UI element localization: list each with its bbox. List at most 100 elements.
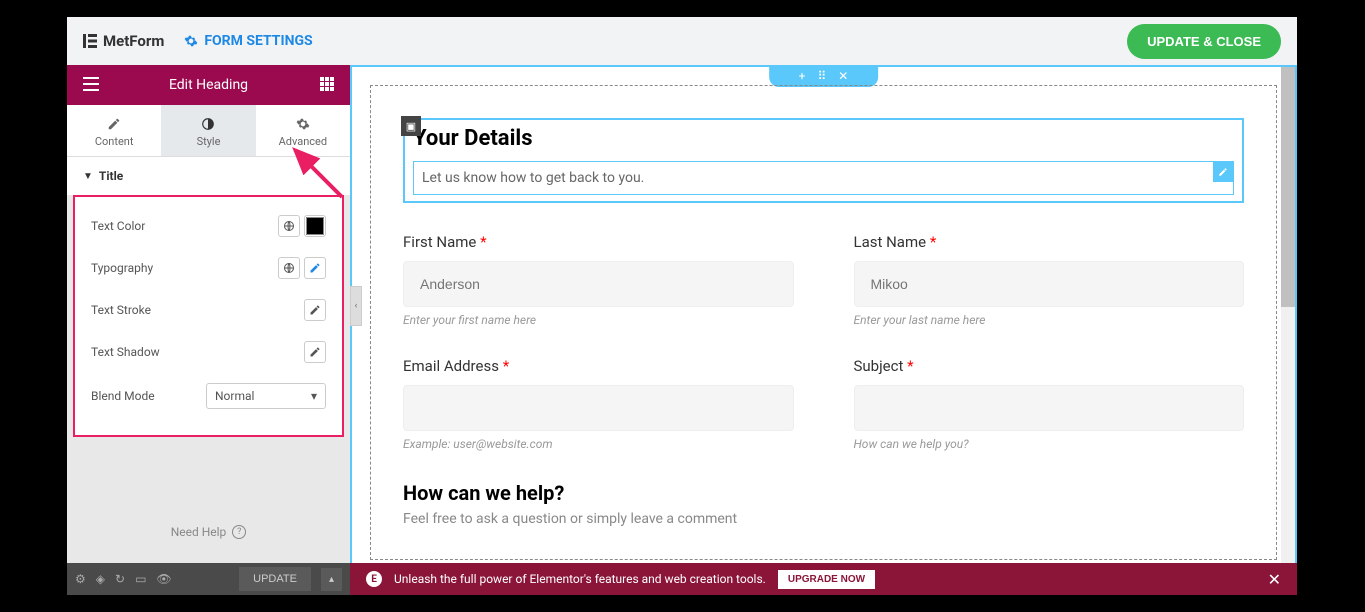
tab-content-label: Content: [95, 135, 134, 148]
field-subject: Subject * How can we help you?: [854, 357, 1245, 451]
scrollbar-thumb[interactable]: [1281, 67, 1295, 307]
email-label: Email Address *: [403, 357, 794, 375]
metform-icon: [83, 34, 97, 48]
need-help-link[interactable]: Need Help ?: [67, 501, 350, 563]
close-notice-button[interactable]: ✕: [1268, 570, 1281, 589]
settings-icon[interactable]: ⚙: [75, 572, 86, 586]
global-color-button[interactable]: [278, 215, 300, 237]
heading-widget[interactable]: ▣ Your Details Let us know how to get ba…: [403, 118, 1244, 203]
close-section-button[interactable]: ✕: [838, 69, 848, 83]
label-text: Email Address: [403, 357, 499, 375]
last-name-label: Last Name *: [854, 233, 1245, 251]
field-first-name: First Name * Enter your first name here: [403, 233, 794, 327]
widget-handle-icon[interactable]: ▣: [401, 116, 421, 136]
form-settings-text: FORM SETTINGS: [204, 33, 312, 49]
heading-subtitle-box[interactable]: Let us know how to get back to you.: [413, 161, 1234, 195]
section-toolbar: + ⠿ ✕: [769, 65, 879, 87]
cog-icon: [296, 117, 310, 131]
history-icon[interactable]: ↻: [115, 572, 125, 586]
notice-text: Unleash the full power of Elementor's fe…: [394, 572, 766, 586]
field-last-name: Last Name * Enter your last name here: [854, 233, 1245, 327]
tab-style-label: Style: [197, 135, 221, 148]
preview-icon[interactable]: 👁: [156, 572, 171, 586]
form-row: Email Address * Example: user@website.co…: [403, 357, 1244, 451]
label-text: Subject: [854, 357, 904, 375]
sidebar-title: Edit Heading: [79, 77, 338, 93]
color-swatch-button[interactable]: [304, 215, 326, 237]
collapse-sidebar-handle[interactable]: ‹: [350, 286, 362, 326]
control-typography: Typography: [91, 247, 326, 289]
first-name-hint: Enter your first name here: [403, 313, 794, 327]
control-text-shadow: Text Shadow: [91, 331, 326, 373]
control-label: Text Stroke: [91, 303, 151, 317]
last-name-input[interactable]: [854, 261, 1245, 307]
control-label: Text Shadow: [91, 345, 160, 359]
color-swatch: [306, 217, 324, 235]
edit-widget-button[interactable]: [1213, 162, 1233, 182]
upgrade-button[interactable]: UPGRADE NOW: [778, 570, 875, 589]
elementor-icon: E: [366, 571, 382, 587]
control-label: Text Color: [91, 219, 145, 233]
bottombar: ⚙ ◈ ↻ ▭ 👁 UPDATE ▴: [67, 563, 350, 595]
first-name-label: First Name *: [403, 233, 794, 251]
gear-icon: [184, 34, 198, 48]
form-row: First Name * Enter your first name here …: [403, 233, 1244, 327]
canvas-content: ▣ Your Details Let us know how to get ba…: [370, 85, 1277, 560]
blend-mode-select[interactable]: Normal ▾: [206, 383, 326, 409]
required-mark: *: [907, 357, 913, 375]
heading-title: Your Details: [413, 126, 1234, 151]
section2-sub: Feel free to ask a question or simply le…: [403, 511, 1244, 527]
logo: MetForm: [83, 32, 164, 50]
edit-text-shadow-button[interactable]: [304, 341, 326, 363]
need-help-text: Need Help: [171, 525, 227, 539]
canvas[interactable]: + ⠿ ✕ ▣ Your Details Let us know how to …: [350, 65, 1297, 595]
update-button[interactable]: UPDATE: [239, 567, 311, 591]
required-mark: *: [480, 233, 486, 251]
control-label: Blend Mode: [91, 389, 155, 403]
chevron-down-icon: ▾: [311, 389, 317, 403]
control-text-stroke: Text Stroke: [91, 289, 326, 331]
tab-content[interactable]: Content: [67, 105, 161, 156]
form-settings-link[interactable]: FORM SETTINGS: [184, 33, 312, 49]
update-close-button[interactable]: UPDATE & CLOSE: [1127, 24, 1281, 59]
global-typography-button[interactable]: [278, 257, 300, 279]
caret-down-icon: ▼: [83, 171, 93, 182]
edit-typography-button[interactable]: [304, 257, 326, 279]
sidebar: Edit Heading Content Style Advanced ▼: [67, 65, 350, 595]
required-mark: *: [503, 357, 509, 375]
section-title-row[interactable]: ▼ Title: [67, 157, 350, 195]
notice-bar: E Unleash the full power of Elementor's …: [350, 563, 1297, 595]
control-label: Typography: [91, 261, 153, 275]
subject-hint: How can we help you?: [854, 437, 1245, 451]
pencil-icon: [309, 262, 321, 274]
pencil-icon: [107, 117, 121, 131]
last-name-hint: Enter your last name here: [854, 313, 1245, 327]
navigator-icon[interactable]: ◈: [96, 572, 105, 586]
tab-advanced[interactable]: Advanced: [256, 105, 350, 156]
add-section-button[interactable]: +: [799, 69, 806, 83]
scrollbar[interactable]: [1281, 67, 1295, 593]
update-options-button[interactable]: ▴: [321, 568, 342, 591]
subject-input[interactable]: [854, 385, 1245, 431]
responsive-icon[interactable]: ▭: [135, 572, 146, 586]
pencil-icon: [1218, 167, 1228, 177]
main: Edit Heading Content Style Advanced ▼: [67, 65, 1297, 595]
tab-style[interactable]: Style: [161, 105, 255, 156]
editor-tabs: Content Style Advanced: [67, 105, 350, 157]
email-input[interactable]: [403, 385, 794, 431]
subject-label: Subject *: [854, 357, 1245, 375]
apps-icon[interactable]: [320, 76, 334, 95]
control-text-color: Text Color: [91, 205, 326, 247]
style-controls: Text Color Typography Text Stroke: [73, 195, 344, 437]
heading-subtitle: Let us know how to get back to you.: [422, 170, 644, 186]
pencil-icon: [309, 304, 321, 316]
section2-title: How can we help?: [403, 481, 1244, 505]
first-name-input[interactable]: [403, 261, 794, 307]
edit-text-stroke-button[interactable]: [304, 299, 326, 321]
menu-icon[interactable]: [83, 76, 99, 95]
email-hint: Example: user@website.com: [403, 437, 794, 451]
edit-section-button[interactable]: ⠿: [817, 69, 826, 83]
field-email: Email Address * Example: user@website.co…: [403, 357, 794, 451]
editor-modal: MetForm FORM SETTINGS UPDATE & CLOSE Edi…: [67, 17, 1297, 595]
sidebar-header: Edit Heading: [67, 65, 350, 105]
